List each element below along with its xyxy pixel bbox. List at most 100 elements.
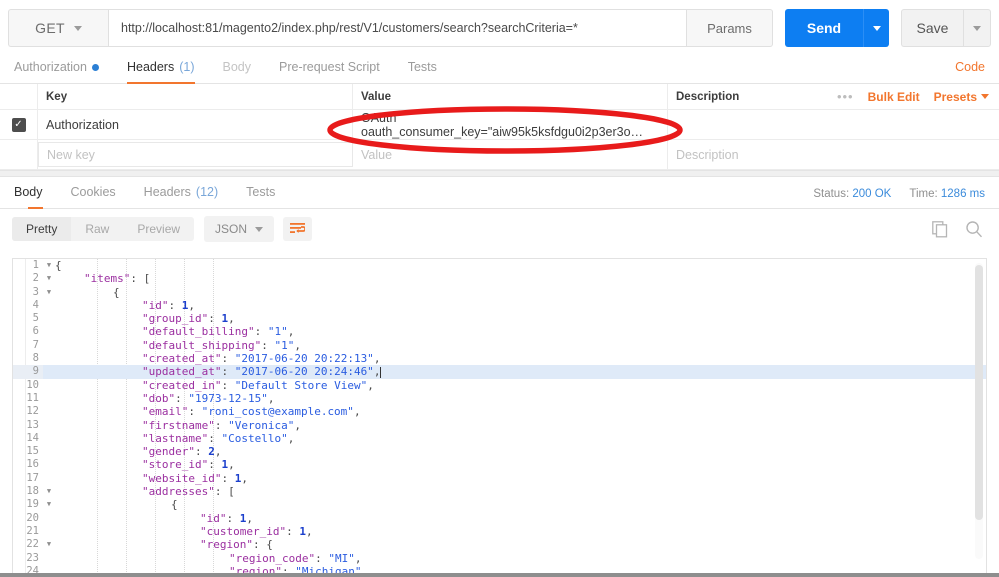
code-line: 15 "gender": 2, — [13, 445, 986, 458]
body-format-dropdown[interactable]: JSON — [204, 216, 275, 242]
status-value: 200 OK — [852, 188, 892, 200]
line-number: 22 — [26, 538, 39, 551]
column-header-description: Description — [676, 90, 740, 103]
request-url-text: http://localhost:81/magento2/index.php/r… — [121, 21, 578, 35]
send-button[interactable]: Send — [785, 9, 863, 47]
code-line: 19 ▼ { — [13, 498, 986, 511]
code-text: { — [55, 259, 62, 272]
chevron-down-icon — [872, 25, 881, 31]
code-line: 4 "id": 1, — [13, 299, 986, 312]
line-number: 1 — [32, 259, 39, 271]
tab-response-tests[interactable]: Tests — [232, 185, 289, 208]
tab-tests[interactable]: Tests — [394, 60, 451, 83]
body-view-mode-group: Pretty Raw Preview — [12, 217, 195, 241]
params-button[interactable]: Params — [687, 9, 773, 47]
new-value-input[interactable]: Value — [353, 140, 668, 169]
code-text: "created_in": "Default Store View", — [142, 378, 374, 392]
presets-button[interactable]: Presets — [934, 90, 989, 104]
code-line: 3 ▼ { — [13, 286, 986, 299]
presets-label: Presets — [933, 89, 977, 104]
response-meta: Status: 200 OK Time: 1286 ms — [813, 188, 985, 200]
headers-table-header-row: Key Value Description ••• Bulk Edit Pres… — [0, 84, 999, 110]
code-text: "id": 1, — [200, 511, 253, 525]
more-options-icon[interactable]: ••• — [837, 89, 854, 104]
code-text: "default_billing": "1", — [142, 325, 295, 339]
chevron-down-icon — [981, 94, 989, 99]
authorization-status-dot-icon — [91, 63, 99, 71]
tab-body[interactable]: Body — [209, 60, 266, 83]
fold-toggle-icon[interactable]: ▼ — [43, 259, 55, 272]
fold-toggle-icon[interactable]: ▼ — [43, 485, 55, 498]
fold-toggle-icon[interactable]: ▼ — [43, 498, 55, 511]
json-code-content[interactable]: 1 ▼{2 ▼ "items": [3 ▼{4 "id": 1, 5 "group_id": … — [13, 259, 986, 573]
line-number: 6 — [32, 325, 39, 338]
fold-toggle-icon[interactable]: ▼ — [43, 538, 55, 551]
code-line: 10 "created_in": "Default Store View", — [13, 379, 986, 392]
new-row-checkbox-cell — [0, 140, 38, 169]
send-options-button[interactable] — [863, 9, 889, 47]
http-method-label: GET — [35, 20, 65, 36]
copy-icon[interactable] — [932, 220, 949, 238]
header-key-cell[interactable]: Authorization — [38, 110, 353, 139]
line-number: 19 — [26, 498, 39, 511]
header-enabled-checkbox[interactable]: ✓ — [11, 117, 26, 132]
response-body-editor[interactable]: 1 ▼{2 ▼ "items": [3 ▼{4 "id": 1, 5 "group_id": … — [12, 258, 987, 573]
column-header-value: Value — [353, 84, 668, 109]
save-button[interactable]: Save — [901, 9, 963, 47]
tab-response-body[interactable]: Body — [14, 185, 57, 209]
time-value: 1286 ms — [940, 188, 985, 200]
tab-authorization[interactable]: Authorization — [14, 60, 113, 83]
header-value-cell[interactable]: OAuth oauth_consumer_key="aiw95k5ksfdgu0… — [353, 110, 668, 139]
view-mode-raw[interactable]: Raw — [71, 217, 123, 241]
tab-headers-label: Headers — [126, 60, 175, 74]
new-key-input[interactable]: New key — [38, 142, 353, 167]
chevron-down-icon — [973, 25, 981, 31]
code-text: "id": 1, — [142, 298, 195, 312]
code-text: "region": "Michigan", — [229, 564, 369, 573]
line-number: 10 — [26, 378, 39, 391]
tab-response-headers[interactable]: Headers (12) — [130, 185, 232, 208]
code-line: 22 ▼ "region": { — [13, 538, 986, 551]
request-tabs: Authorization Headers (1) Body Pre-reque… — [0, 51, 999, 84]
line-number: 11 — [26, 391, 39, 404]
save-button-group: Save — [901, 9, 991, 47]
line-number: 2 — [32, 272, 39, 285]
line-number: 4 — [32, 298, 39, 311]
code-line: 18 ▼ "addresses": [ — [13, 485, 986, 498]
line-number: 24 — [26, 564, 39, 573]
save-options-button[interactable] — [963, 9, 991, 47]
code-text: "firstname": "Veronica", — [142, 418, 301, 432]
code-line: 16 "store_id": 1, — [13, 458, 986, 471]
tab-headers[interactable]: Headers (1) — [113, 60, 209, 84]
request-url-input[interactable]: http://localhost:81/magento2/index.php/r… — [108, 9, 687, 47]
new-value-placeholder: Value — [361, 147, 393, 162]
editor-vertical-scrollbar[interactable] — [975, 263, 983, 559]
new-description-input[interactable]: Description — [668, 140, 999, 169]
code-line: 5 "group_id": 1, — [13, 312, 986, 325]
tab-response-cookies[interactable]: Cookies — [57, 185, 130, 208]
table-row: ✓ Authorization OAuth oauth_consumer_key… — [0, 110, 999, 140]
line-number: 12 — [26, 405, 39, 418]
code-text: "email": "roni_cost@example.com", — [142, 405, 361, 419]
header-description-cell[interactable] — [668, 110, 999, 139]
http-method-dropdown[interactable]: GET — [8, 9, 108, 47]
tab-response-headers-label: Headers — [143, 185, 191, 199]
search-icon[interactable] — [965, 220, 983, 238]
request-response-divider[interactable] — [0, 170, 999, 177]
tab-authorization-label: Authorization — [14, 60, 87, 74]
code-link[interactable]: Code — [955, 60, 985, 74]
view-mode-pretty[interactable]: Pretty — [12, 217, 72, 241]
bulk-edit-button[interactable]: Bulk Edit — [868, 90, 920, 104]
chevron-down-icon — [255, 226, 264, 232]
word-wrap-button[interactable] — [283, 217, 313, 241]
code-text: "updated_at": "2017-06-20 20:24:46", — [142, 365, 382, 379]
editor-scrollbar-thumb[interactable] — [975, 265, 983, 520]
fold-toggle-icon[interactable]: ▼ — [43, 286, 55, 299]
code-text: { — [171, 498, 178, 512]
tab-pre-request-script[interactable]: Pre-request Script — [265, 60, 394, 83]
fold-toggle-icon[interactable]: ▼ — [43, 272, 55, 285]
line-number: 14 — [26, 431, 39, 444]
code-text: "region": { — [200, 538, 273, 552]
view-mode-preview[interactable]: Preview — [123, 217, 194, 241]
time-label: Time: — [909, 188, 938, 200]
